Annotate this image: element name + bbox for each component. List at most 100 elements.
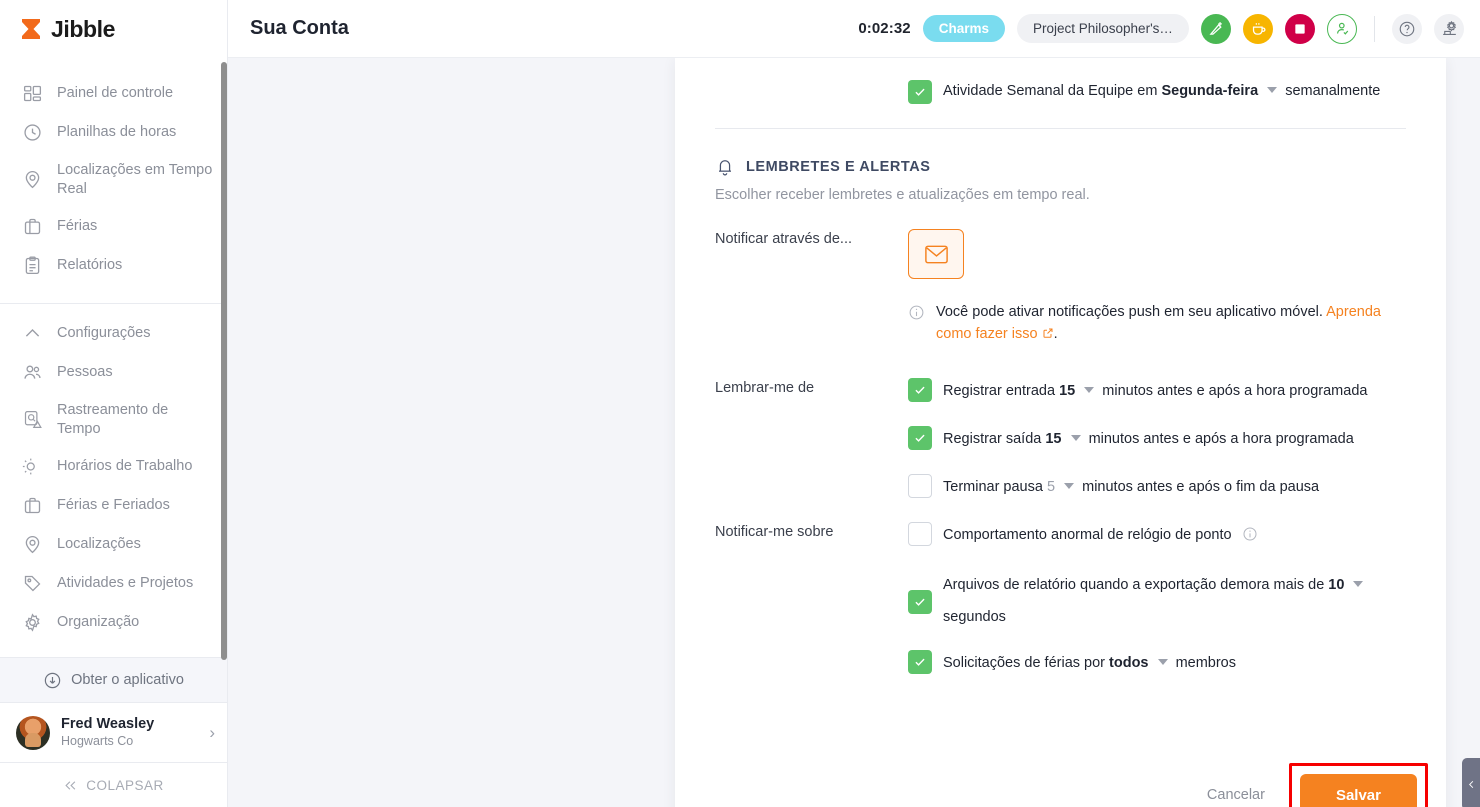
check-icon <box>915 434 925 442</box>
sidebar-divider <box>0 303 227 305</box>
activity-chip[interactable]: Charms <box>922 15 1005 42</box>
check-icon <box>915 658 925 667</box>
sidebar-item-pessoas[interactable]: Pessoas <box>0 353 227 392</box>
settings-button[interactable] <box>1434 13 1464 44</box>
nav-settings: Configurações Pessoas Rastreamento de Te… <box>0 314 227 648</box>
chevron-down-icon[interactable] <box>1267 87 1278 94</box>
stop-button[interactable] <box>1285 13 1315 44</box>
notify-option-text: Arquivos de relatório quando a exportaçã… <box>943 572 1367 628</box>
chevron-down-icon[interactable] <box>1084 386 1095 393</box>
sidebar-item-ferias[interactable]: Férias <box>0 207 227 246</box>
question-mark-icon <box>1399 21 1415 36</box>
push-hint-text: Você pode ativar notificações push em se… <box>936 301 1406 346</box>
app-root: Jibble Painel de controle Planilhas de h… <box>0 0 1480 807</box>
chevron-down-icon[interactable] <box>1070 434 1081 441</box>
card-footer: Cancelar Salvar <box>675 753 1446 807</box>
remind-option-checkbox[interactable] <box>908 425 932 450</box>
brand-name: Jibble <box>51 15 116 42</box>
weekly-activity-prefix: Atividade Semanal da Equipe em <box>943 83 1158 100</box>
coffee-cup-icon <box>1252 23 1265 35</box>
email-channel-toggle[interactable] <box>908 229 964 279</box>
notify-option-checkbox[interactable] <box>908 590 932 615</box>
sidebar-item-horarios-de-trabalho[interactable]: Horários de Trabalho <box>0 447 227 486</box>
avatar <box>16 715 50 750</box>
sidebar-item-configuracoes[interactable]: Configurações <box>0 314 227 353</box>
sidebar-item-label: Férias <box>57 218 98 235</box>
remind-me-options: Registrar entrada 15 minutos antes e apó… <box>908 377 1406 498</box>
content-region: Atividade Semanal da Equipe em Segunda-f… <box>228 58 1480 807</box>
remind-option-clock-in: Registrar entrada 15 minutos antes e apó… <box>908 377 1406 426</box>
chevron-down-icon[interactable] <box>1353 581 1364 588</box>
remind-option-checkbox[interactable] <box>908 377 932 402</box>
notify-via-body: Você pode ativar notificações push em se… <box>908 229 1406 346</box>
cancel-button[interactable]: Cancelar <box>1191 777 1281 807</box>
remind-option-text: Registrar saída 15 minutos antes e após … <box>943 426 1354 450</box>
clock-out-button[interactable] <box>1327 13 1357 44</box>
map-pin-icon <box>25 536 40 554</box>
sidebar-scrollbar[interactable] <box>221 62 227 660</box>
notify-option-checkbox[interactable] <box>908 650 932 675</box>
notify-option-value: 10 <box>1328 577 1345 594</box>
remind-option-value: 5 <box>1046 479 1056 495</box>
check-icon <box>915 386 925 394</box>
notify-option-prefix: Arquivos de relatório quando a exportaçã… <box>943 577 1325 594</box>
remind-option-checkbox[interactable] <box>908 474 932 498</box>
topbar: Sua Conta 0:02:32 Charms Project Philoso… <box>228 0 1480 58</box>
nav-primary: Painel de controle Planilhas de horas Lo… <box>0 74 227 291</box>
weekly-activity-checkbox[interactable] <box>908 80 932 104</box>
page-title: Sua Conta <box>250 17 349 39</box>
sidebar-item-localizacoes[interactable]: Localizações <box>0 525 227 564</box>
double-chevron-left-icon <box>65 780 76 790</box>
weekly-activity-row: Atividade Semanal da Equipe em Segunda-f… <box>715 58 1406 104</box>
notify-via-row: Notificar através de... Você pode ativar… <box>715 203 1406 346</box>
notify-option-suffix: segundos <box>943 609 1006 626</box>
sidebar-item-organizacao[interactable]: Organização <box>0 603 227 642</box>
sidebar-item-painel-de-controle[interactable]: Painel de controle <box>0 74 227 113</box>
chevron-down-icon[interactable] <box>1157 659 1168 666</box>
check-icon <box>915 88 925 96</box>
sidebar-item-label: Relatórios <box>57 257 123 274</box>
profile-row[interactable]: Fred Weasley Hogwarts Co › <box>0 703 227 763</box>
right-panel-toggle[interactable] <box>1462 758 1480 807</box>
remind-option-text: Terminar pausa 5 minutos antes e após o … <box>943 474 1319 498</box>
chevron-up-icon <box>25 329 40 337</box>
notify-option-prefix: Comportamento anormal de relógio de pont… <box>943 527 1232 544</box>
sidebar-item-label: Rastreamento de Tempo <box>57 402 169 437</box>
get-app-button[interactable]: Obter o aplicativo <box>0 657 227 703</box>
sidebar-item-atividades-e-projetos[interactable]: Atividades e Projetos <box>0 564 227 603</box>
sidebar-item-ferias-e-feriados[interactable]: Férias e Feriados <box>0 486 227 525</box>
timer-display: 0:02:32 <box>858 20 911 37</box>
settings-machine-icon <box>1442 20 1456 35</box>
sidebar-nav: Painel de controle Planilhas de horas Lo… <box>0 58 227 657</box>
break-button[interactable] <box>1243 13 1273 44</box>
bell-icon <box>719 160 731 176</box>
remind-option-prefix: Registrar entrada <box>943 382 1056 399</box>
sidebar-item-rastreamento-de-tempo[interactable]: Rastreamento de Tempo <box>0 392 227 447</box>
notify-option-text: Comportamento anormal de relógio de pont… <box>943 522 1258 546</box>
notify-option-checkbox[interactable] <box>908 522 932 547</box>
sidebar-item-label: Atividades e Projetos <box>57 575 194 592</box>
time-tracking-icon <box>24 411 42 429</box>
project-chip[interactable]: Project Philosopher's S... <box>1017 14 1189 43</box>
collapse-button[interactable]: COLAPSAR <box>0 763 227 807</box>
chevron-down-icon[interactable] <box>1064 483 1075 489</box>
help-button[interactable] <box>1392 13 1422 44</box>
info-circle-icon[interactable] <box>1242 526 1258 542</box>
clipboard-icon <box>25 256 40 275</box>
sidebar-item-localizacoes-em-tempo-real[interactable]: Localizações em Tempo Real <box>0 152 227 207</box>
external-link-icon <box>1043 328 1053 339</box>
save-button[interactable]: Salvar <box>1299 773 1417 807</box>
start-tracking-button[interactable] <box>1201 13 1231 44</box>
check-icon <box>915 598 925 606</box>
weekly-activity-day: Segunda-feira <box>1161 83 1259 100</box>
topbar-divider <box>1374 15 1375 42</box>
sidebar-item-relatorios[interactable]: Relatórios <box>0 246 227 285</box>
work-schedule-icon <box>22 458 41 475</box>
push-hint-body: Você pode ativar notificações push em se… <box>936 304 1323 320</box>
collapse-label: COLAPSAR <box>86 777 164 793</box>
weekly-activity-frequency: semanalmente <box>1285 83 1381 100</box>
push-hint-suffix: . <box>1053 326 1058 343</box>
brand[interactable]: Jibble <box>0 0 227 58</box>
sidebar-item-planilhas-de-horas[interactable]: Planilhas de horas <box>0 113 227 152</box>
profile-name: Fred Weasley <box>61 716 155 733</box>
